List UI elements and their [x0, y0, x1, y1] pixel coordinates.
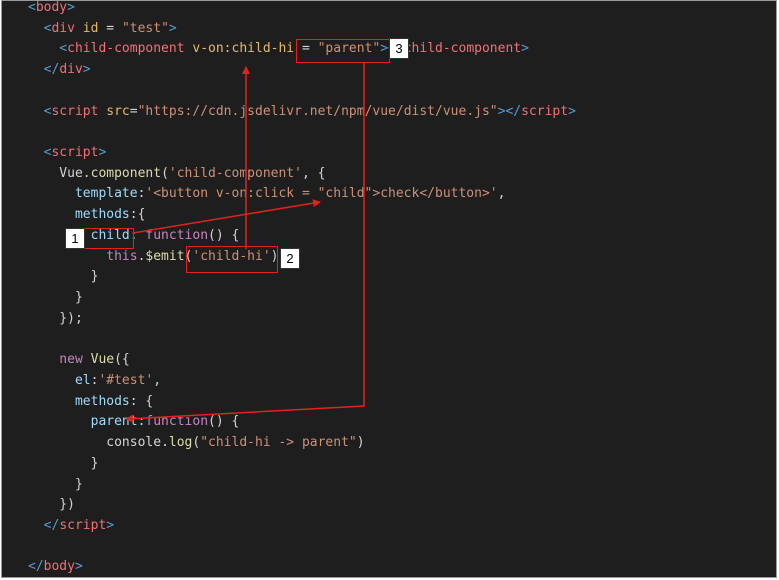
annotation-arrows — [125, 63, 365, 423]
code-editor: <body> <div id = "test"> <child-componen… — [1, 0, 777, 578]
arrow-handler-to-parent-method — [125, 63, 365, 423]
arrow-child-to-template — [132, 199, 321, 234]
